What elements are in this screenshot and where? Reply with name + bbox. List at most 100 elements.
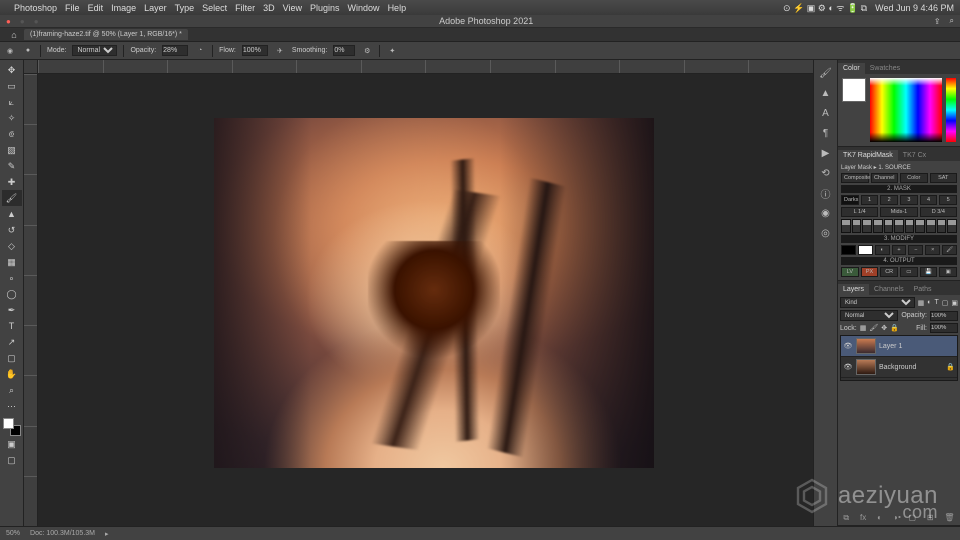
zoom-tool-icon[interactable]: ⌕ bbox=[2, 382, 22, 398]
layer-blend-select[interactable]: Normal bbox=[840, 310, 898, 321]
search-icon[interactable]: ⌕ bbox=[950, 16, 954, 26]
tk-icon[interactable]: ◉ bbox=[816, 204, 836, 222]
layer-thumb[interactable] bbox=[856, 338, 876, 354]
filter-pix-icon[interactable]: ▦ bbox=[918, 299, 925, 307]
history-brush-icon[interactable]: ↺ bbox=[2, 222, 22, 238]
new-layer-icon[interactable]: ⊞ bbox=[927, 513, 934, 523]
frame-tool-icon[interactable]: ▧ bbox=[2, 142, 22, 158]
edit-toolbar-icon[interactable]: ⋯ bbox=[2, 398, 22, 414]
filter-type-icon[interactable]: T bbox=[934, 299, 938, 306]
tk-sat-button[interactable]: SAT bbox=[930, 173, 958, 183]
tk-mod-minus[interactable]: − bbox=[908, 245, 923, 255]
menu-image[interactable]: Image bbox=[111, 3, 136, 13]
lock-trans-icon[interactable]: ▦ bbox=[860, 324, 867, 332]
hist-panel-icon[interactable]: ⟲ bbox=[816, 164, 836, 182]
layer-name[interactable]: Layer 1 bbox=[879, 343, 902, 350]
tab-tk-rapidmask[interactable]: TK7 RapidMask bbox=[838, 150, 898, 161]
tk-zone1[interactable]: 1 bbox=[861, 195, 879, 205]
tk-out-save[interactable]: 💾 bbox=[920, 267, 938, 277]
fill-input[interactable] bbox=[930, 323, 958, 333]
menu-layer[interactable]: Layer bbox=[144, 3, 167, 13]
layer-row[interactable]: 👁 Background 🔒 bbox=[841, 357, 957, 378]
flow-input[interactable] bbox=[242, 45, 268, 56]
tk-mod-black[interactable] bbox=[841, 245, 856, 255]
gradient-tool-icon[interactable]: ▦ bbox=[2, 254, 22, 270]
foreground-swatch[interactable] bbox=[842, 78, 866, 102]
stamp-tool-icon[interactable]: ▲ bbox=[2, 206, 22, 222]
minimize-icon[interactable]: ● bbox=[20, 17, 25, 26]
tk-composite-button[interactable]: Composite bbox=[841, 173, 869, 183]
path-tool-icon[interactable]: ↗ bbox=[2, 334, 22, 350]
symmetry-icon[interactable]: ✦ bbox=[386, 45, 398, 57]
layer-opacity-input[interactable] bbox=[930, 311, 958, 321]
menubar-clock[interactable]: Wed Jun 9 4:46 PM bbox=[875, 3, 954, 13]
tk-channel-button[interactable]: Channel bbox=[871, 173, 899, 183]
marquee-tool-icon[interactable]: ▭ bbox=[2, 78, 22, 94]
info-panel-icon[interactable]: ⓘ bbox=[816, 184, 836, 202]
menu-edit[interactable]: Edit bbox=[88, 3, 104, 13]
menu-window[interactable]: Window bbox=[348, 3, 380, 13]
layer-thumb[interactable] bbox=[856, 359, 876, 375]
ruler-origin[interactable] bbox=[24, 60, 38, 74]
heal-tool-icon[interactable]: ✚ bbox=[2, 174, 22, 190]
lock-pos-icon[interactable]: ✥ bbox=[881, 324, 887, 332]
tk-mod-plus[interactable]: + bbox=[892, 245, 907, 255]
tk-out-sel[interactable]: ▭ bbox=[900, 267, 918, 277]
tool-preset-icon[interactable]: ◉ bbox=[4, 45, 16, 57]
tab-channels[interactable]: Channels bbox=[869, 284, 909, 295]
fx-icon[interactable]: fx bbox=[860, 513, 866, 523]
char-panel-icon[interactable]: A bbox=[816, 104, 836, 122]
blend-mode-select[interactable]: Normal bbox=[72, 45, 117, 56]
smoothing-input[interactable] bbox=[333, 45, 355, 56]
menu-view[interactable]: View bbox=[283, 3, 302, 13]
visibility-icon[interactable]: 👁 bbox=[843, 362, 853, 372]
menu-filter[interactable]: Filter bbox=[235, 3, 255, 13]
move-tool-icon[interactable]: ✥ bbox=[2, 62, 22, 78]
screenmode-icon[interactable]: ▢ bbox=[2, 452, 22, 468]
menu-type[interactable]: Type bbox=[175, 3, 195, 13]
blur-tool-icon[interactable]: ∘ bbox=[2, 270, 22, 286]
link-layers-icon[interactable]: ⧉ bbox=[843, 513, 849, 523]
tk-zone3[interactable]: 3 bbox=[900, 195, 918, 205]
tk-out-lv[interactable]: LV bbox=[841, 267, 859, 277]
smoothing-gear-icon[interactable]: ⚙ bbox=[361, 45, 373, 57]
group-icon[interactable]: ▢ bbox=[908, 513, 916, 523]
tk-zone-sliders[interactable] bbox=[841, 219, 957, 233]
clone-panel-icon[interactable]: ▲ bbox=[816, 84, 836, 102]
lock-all-icon[interactable]: 🔒 bbox=[890, 324, 899, 332]
canvas-area[interactable] bbox=[24, 60, 813, 526]
tk-zone4[interactable]: 4 bbox=[920, 195, 938, 205]
tk-color-button[interactable]: Color bbox=[900, 173, 928, 183]
tk-out-fill[interactable]: ▣ bbox=[939, 267, 957, 277]
tk-mod-brush[interactable]: 🖌 bbox=[942, 245, 957, 255]
para-panel-icon[interactable]: ¶ bbox=[816, 124, 836, 142]
tk-out-px[interactable]: PX bbox=[861, 267, 879, 277]
home-icon[interactable]: ⌂ bbox=[8, 29, 20, 41]
layer-row[interactable]: 👁 Layer 1 bbox=[841, 336, 957, 357]
lasso-tool-icon[interactable]: ⟀ bbox=[2, 94, 22, 110]
visibility-icon[interactable]: 👁 bbox=[843, 341, 853, 351]
close-icon[interactable]: ● bbox=[6, 17, 11, 26]
menu-3d[interactable]: 3D bbox=[263, 3, 275, 13]
ruler-horizontal[interactable] bbox=[38, 60, 813, 74]
tab-swatches[interactable]: Swatches bbox=[865, 63, 905, 74]
hue-slider[interactable] bbox=[946, 78, 956, 142]
pen-tool-icon[interactable]: ✒ bbox=[2, 302, 22, 318]
dodge-tool-icon[interactable]: ◯ bbox=[2, 286, 22, 302]
hand-tool-icon[interactable]: ✋ bbox=[2, 366, 22, 382]
quickmask-icon[interactable]: ▣ bbox=[2, 436, 22, 452]
status-chevron-icon[interactable]: ▸ bbox=[105, 530, 109, 538]
filter-smart-icon[interactable]: ▣ bbox=[951, 299, 958, 307]
tk-mod-white[interactable] bbox=[858, 245, 873, 255]
tab-tk-cx[interactable]: TK7 Cx bbox=[898, 150, 931, 161]
zoom-icon[interactable]: ● bbox=[34, 17, 39, 26]
color-spectrum[interactable] bbox=[870, 78, 942, 142]
menu-file[interactable]: File bbox=[65, 3, 80, 13]
document-tab[interactable]: (1)framing-haze2.tif @ 50% (Layer 1, RGB… bbox=[24, 29, 188, 40]
doc-size[interactable]: Doc: 100.3M/105.3M bbox=[30, 530, 95, 537]
menu-help[interactable]: Help bbox=[388, 3, 407, 13]
crop-tool-icon[interactable]: ⟃ bbox=[2, 126, 22, 142]
delete-layer-icon[interactable]: 🗑 bbox=[944, 513, 954, 523]
status-icons[interactable]: ⊙ ⚡ ▣ ⚙ ◐ ᯤ 🔋 ⧉ bbox=[783, 1, 867, 14]
eraser-tool-icon[interactable]: ◇ bbox=[2, 238, 22, 254]
